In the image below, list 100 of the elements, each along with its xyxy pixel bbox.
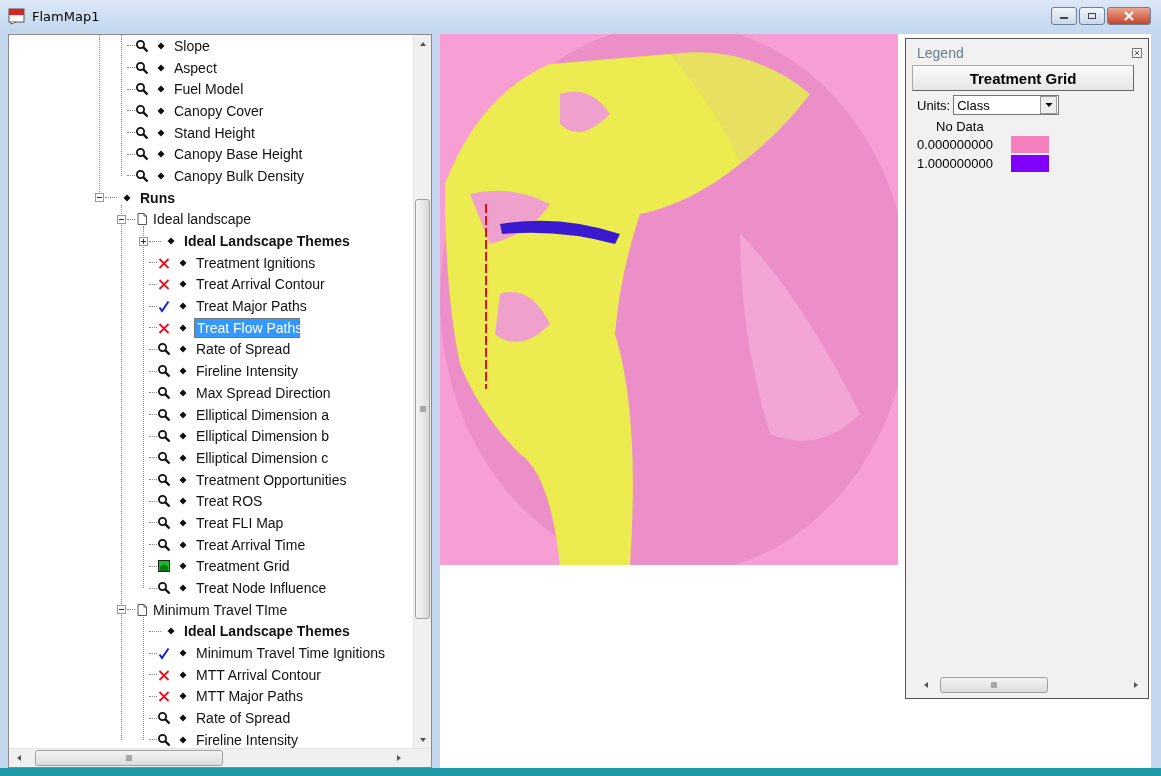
- diamond-icon: [179, 562, 187, 571]
- tree-item[interactable]: Elliptical Dimension a: [194, 405, 332, 424]
- diamond-icon: [179, 497, 187, 506]
- tree-item[interactable]: Ideal landscape: [151, 210, 254, 229]
- scroll-left-icon[interactable]: [922, 681, 930, 689]
- scroll-thumb[interactable]: [940, 677, 1048, 693]
- document-icon: [135, 212, 149, 227]
- diamond-icon: [179, 584, 187, 593]
- tree-item[interactable]: Rate of Spread: [194, 340, 293, 359]
- horizontal-scrollbar[interactable]: [9, 748, 431, 767]
- tree-item[interactable]: Treatment Opportunities: [194, 470, 349, 489]
- minimize-button[interactable]: [1051, 7, 1077, 25]
- tree-toggle[interactable]: [138, 236, 148, 246]
- tree-item[interactable]: Stand Height: [172, 123, 257, 142]
- check-icon: [157, 299, 171, 314]
- scroll-down-icon[interactable]: [418, 736, 427, 744]
- diamond-icon: [179, 432, 187, 441]
- caret-icon: [1044, 101, 1053, 109]
- scroll-thumb[interactable]: [415, 199, 430, 619]
- tree-item[interactable]: Ideal Landscape Themes: [182, 622, 352, 641]
- magnifier-icon: [157, 581, 171, 596]
- magnifier-icon: [157, 515, 171, 530]
- tree-item[interactable]: Rate of Spread: [194, 709, 293, 728]
- units-dropdown[interactable]: Class: [953, 95, 1060, 115]
- diamond-icon: [179, 518, 187, 527]
- diamond-icon: [179, 367, 187, 376]
- scroll-up-icon[interactable]: [418, 40, 427, 48]
- magnifier-icon: [157, 472, 171, 487]
- close-icon: [1123, 11, 1135, 21]
- vertical-scrollbar[interactable]: [413, 35, 431, 748]
- tree-item[interactable]: Fireline Intensity: [194, 730, 300, 748]
- tree-item[interactable]: Treat Major Paths: [194, 297, 309, 316]
- magnifier-icon: [157, 450, 171, 465]
- tree-item[interactable]: Treatment Ignitions: [194, 253, 318, 272]
- diamond-icon: [157, 150, 165, 159]
- tree-item[interactable]: Canopy Base Height: [172, 145, 305, 164]
- tree-item[interactable]: Treat Arrival Time: [194, 535, 308, 554]
- tree-item[interactable]: Treat Node Influence: [194, 579, 329, 598]
- tree-item[interactable]: MTT Major Paths: [194, 687, 306, 706]
- scroll-right-icon[interactable]: [1132, 681, 1140, 689]
- close-button[interactable]: [1107, 7, 1151, 25]
- tree-toggle[interactable]: [116, 214, 126, 224]
- layer-button[interactable]: Treatment Grid: [912, 65, 1134, 91]
- diamond-icon: [179, 692, 187, 701]
- tree-item[interactable]: Fireline Intensity: [194, 362, 300, 381]
- scroll-right-icon[interactable]: [395, 754, 403, 762]
- tree-item[interactable]: Minimum Travel TIme: [151, 600, 290, 619]
- tree-item[interactable]: Slope: [172, 36, 212, 55]
- tree-toggle[interactable]: [94, 193, 104, 203]
- magnifier-icon: [135, 168, 149, 183]
- diamond-icon: [179, 714, 187, 723]
- diamond-icon: [167, 237, 175, 246]
- diamond-icon: [179, 410, 187, 419]
- tree-item[interactable]: Treatment Grid: [194, 557, 292, 576]
- diamond-icon: [179, 735, 187, 744]
- scroll-thumb[interactable]: [35, 750, 223, 766]
- document-icon: [135, 602, 149, 617]
- magnifier-icon: [135, 103, 149, 118]
- diamond-icon: [179, 540, 187, 549]
- magnifier-icon: [135, 125, 149, 140]
- grid-icon: [157, 559, 171, 574]
- diamond-icon: [157, 128, 165, 137]
- diamond-icon: [179, 302, 187, 311]
- tree-item[interactable]: Minimum Travel Time Ignitions: [194, 644, 388, 663]
- tree-item[interactable]: Treat Arrival Contour: [194, 275, 327, 294]
- diamond-icon: [157, 63, 165, 72]
- diamond-icon: [179, 475, 187, 484]
- tree-item[interactable]: Elliptical Dimension b: [194, 427, 332, 446]
- tree-item[interactable]: Treat FLI Map: [194, 513, 286, 532]
- tree-item[interactable]: Fuel Model: [172, 80, 246, 99]
- magnifier-icon: [157, 364, 171, 379]
- magnifier-icon: [135, 147, 149, 162]
- tree-item[interactable]: Runs: [138, 188, 177, 207]
- tree-item[interactable]: Canopy Bulk Density: [172, 166, 306, 185]
- check-icon: [157, 646, 171, 661]
- units-label: Units:: [917, 97, 951, 113]
- legend-title: Legend: [917, 45, 964, 61]
- tree-toggle[interactable]: [116, 605, 126, 615]
- magnifier-icon: [157, 407, 171, 422]
- close-icon[interactable]: [1132, 48, 1142, 58]
- magnifier-icon: [157, 342, 171, 357]
- magnifier-icon: [135, 60, 149, 75]
- diamond-icon: [123, 193, 131, 202]
- diamond-icon: [167, 627, 175, 636]
- cross-icon: [157, 277, 171, 292]
- diamond-icon: [179, 258, 187, 267]
- tree-item[interactable]: Aspect: [172, 58, 219, 77]
- tree-item[interactable]: Ideal Landscape Themes: [182, 232, 352, 251]
- diamond-icon: [157, 106, 165, 115]
- scroll-left-icon[interactable]: [15, 754, 23, 762]
- class-value: 1.000000000: [917, 156, 994, 171]
- tree-item[interactable]: Canopy Cover: [172, 101, 266, 120]
- diamond-icon: [179, 345, 187, 354]
- tree-item[interactable]: Treat ROS: [194, 492, 265, 511]
- maximize-button[interactable]: [1079, 7, 1105, 25]
- diamond-icon: [157, 85, 165, 94]
- tree-item[interactable]: MTT Arrival Contour: [194, 665, 323, 684]
- diamond-icon: [157, 41, 165, 50]
- tree-item[interactable]: Elliptical Dimension c: [194, 448, 331, 467]
- tree-item[interactable]: Max Spread Direction: [194, 383, 333, 402]
